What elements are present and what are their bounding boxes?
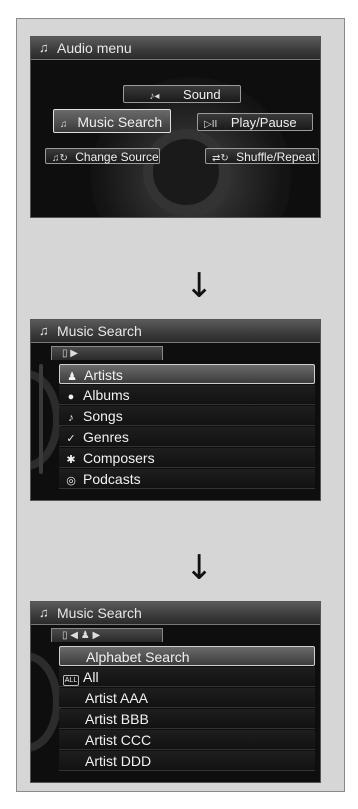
audio-menu-title: Audio menu — [57, 40, 132, 56]
song-icon: ♪ — [68, 412, 74, 424]
music-note-icon: ♫ — [39, 323, 49, 338]
shuffle-repeat-icon: ⇄↻ — [212, 153, 229, 164]
artist-list-titlebar: ♫ Music Search — [31, 602, 320, 625]
list-item-artist-bbb[interactable]: Artist BBB — [59, 709, 315, 729]
arrow-down-icon: ↓ — [185, 266, 214, 306]
music-search-titlebar: ♫ Music Search — [31, 320, 320, 343]
album-icon: ● — [67, 391, 75, 403]
list-item-artist-ddd[interactable]: Artist DDD — [59, 751, 315, 771]
play-pause-icon: ▷II — [204, 119, 218, 130]
change-source-icon: ♫↻ — [52, 153, 68, 164]
manual-figure-panel: ♫ Audio menu ♪◂ Sound ♫ Music Search ▷II… — [16, 18, 345, 792]
list-item-podcasts[interactable]: ◎ Podcasts — [59, 469, 315, 489]
artist-icon: ♟ — [67, 371, 77, 383]
list-item-label: Songs — [83, 408, 123, 424]
sound-icon: ♪◂ — [149, 91, 160, 102]
shuffle-repeat-button-label: Shuffle/Repeat — [236, 150, 316, 164]
scrollbar[interactable] — [39, 364, 43, 474]
composer-icon: ✱ — [66, 454, 76, 466]
music-search-title: Music Search — [57, 323, 142, 339]
shuffle-repeat-button[interactable]: ⇄↻ Shuffle/Repeat — [205, 148, 319, 164]
list-item-songs[interactable]: ♪ Songs — [59, 406, 315, 426]
tab-icons: ▯ ◀ ♟ ▶ — [62, 630, 101, 641]
list-item-label: Artist DDD — [85, 753, 152, 769]
artist-list-tabbar: ▯ ◀ ♟ ▶ — [31, 625, 320, 642]
side-dial-arc — [31, 370, 61, 470]
audio-menu-titlebar: ♫ Audio menu — [31, 37, 320, 60]
side-dial-arc — [31, 652, 61, 752]
play-pause-button-label: Play/Pause — [230, 115, 297, 130]
list-item-artist-aaa[interactable]: Artist AAA — [59, 688, 315, 708]
tab-category[interactable]: ▯ ▶ — [51, 346, 163, 360]
sound-button-label: Sound — [183, 87, 221, 102]
change-source-button[interactable]: ♫↻ Change Source — [45, 148, 160, 164]
list-item-label: All — [83, 669, 99, 685]
list-item-artists[interactable]: ♟ Artists — [59, 364, 315, 384]
list-item-label: Artists — [84, 367, 123, 383]
music-note-icon: ♫ — [39, 40, 49, 55]
music-search-tabbar: ▯ ▶ — [31, 343, 320, 360]
play-pause-button[interactable]: ▷II Play/Pause — [197, 113, 313, 131]
list-item-label: Albums — [83, 387, 130, 403]
list-item-label: Podcasts — [83, 471, 141, 487]
list-item-label: Genres — [83, 429, 129, 445]
genre-icon: ✓ — [66, 433, 76, 445]
list-item-label: Alphabet Search — [86, 649, 190, 665]
list-item-label: Artist BBB — [85, 711, 149, 727]
list-item-artist-ccc[interactable]: Artist CCC — [59, 730, 315, 750]
artist-list-screen: ♫ Music Search ▯ ◀ ♟ ▶ Alphabet Search A… — [30, 601, 321, 783]
list-item-label: Artist AAA — [85, 690, 149, 706]
podcast-icon: ◎ — [66, 475, 76, 487]
list-item-alphabet-search[interactable]: Alphabet Search — [59, 646, 315, 666]
selector-dial-ring — [143, 129, 229, 215]
all-icon: ALL — [63, 675, 79, 686]
list-item-genres[interactable]: ✓ Genres — [59, 427, 315, 447]
music-search-icon: ♫ — [60, 119, 68, 130]
artist-list-title: Music Search — [57, 605, 142, 621]
list-item-albums[interactable]: ● Albums — [59, 385, 315, 405]
music-search-button[interactable]: ♫ Music Search — [53, 109, 171, 133]
music-search-screen: ♫ Music Search ▯ ▶ ♟ Artists ● Albums ♪ Son… — [30, 319, 321, 501]
sound-button[interactable]: ♪◂ Sound — [123, 85, 241, 103]
list-item-label: Composers — [83, 450, 155, 466]
audio-menu-screen: ♫ Audio menu ♪◂ Sound ♫ Music Search ▷II… — [30, 36, 321, 218]
list-item-all[interactable]: ALL All — [59, 667, 315, 687]
music-note-icon: ♫ — [39, 605, 49, 620]
list-item-label: Artist CCC — [85, 732, 152, 748]
change-source-button-label: Change Source — [75, 150, 159, 164]
arrow-down-icon: ↓ — [185, 548, 214, 588]
music-search-button-label: Music Search — [77, 114, 163, 130]
list-item-composers[interactable]: ✱ Composers — [59, 448, 315, 468]
tab-icons: ▯ ▶ — [62, 348, 78, 359]
tab-artists[interactable]: ▯ ◀ ♟ ▶ — [51, 628, 163, 642]
